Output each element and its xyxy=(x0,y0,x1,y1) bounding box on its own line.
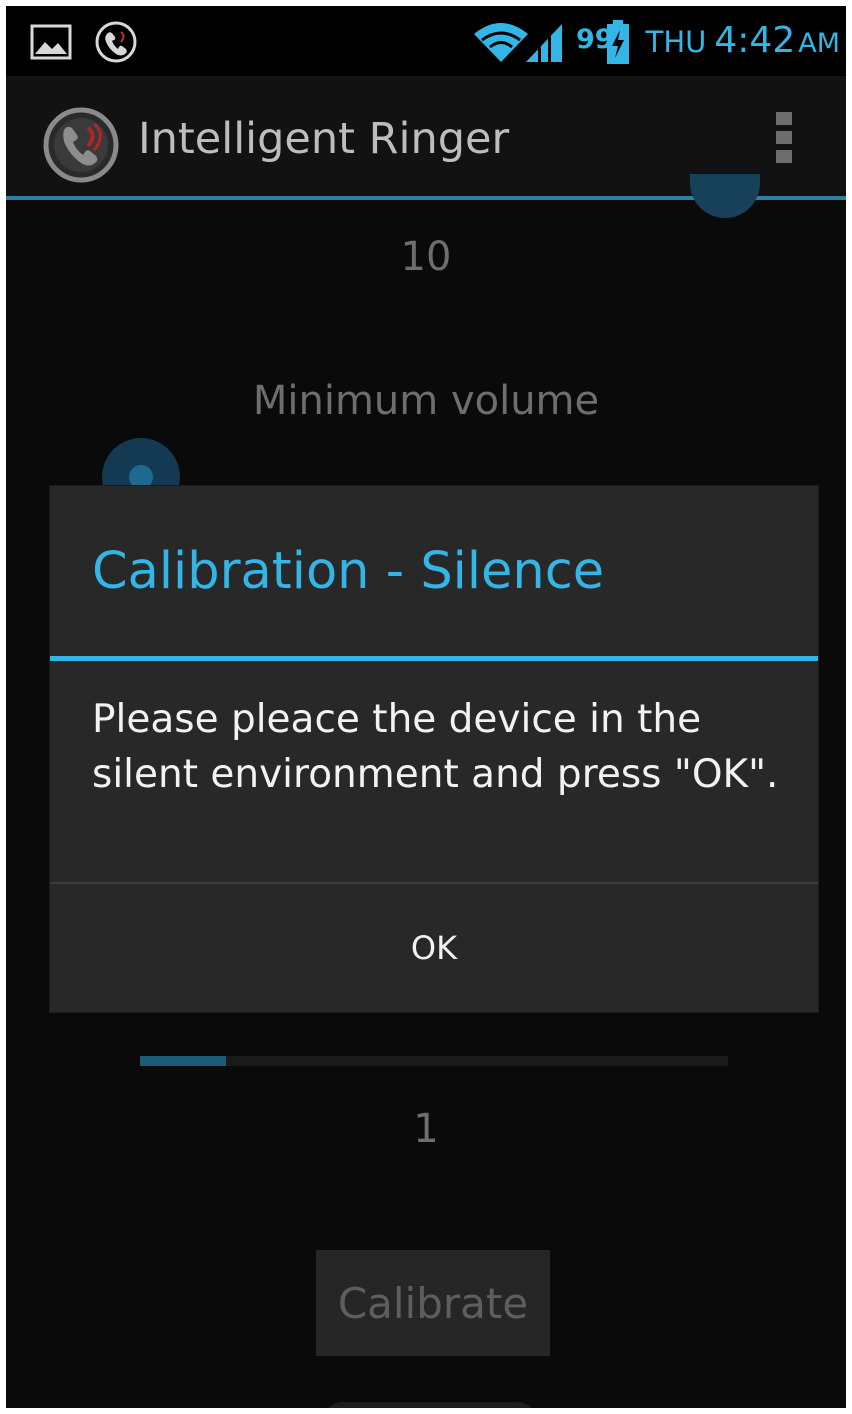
app-title: Intelligent Ringer xyxy=(138,114,510,164)
signal-icon xyxy=(526,24,562,62)
status-time: 4:42 xyxy=(714,20,796,61)
status-ampm: AM xyxy=(798,28,840,59)
min-volume-value: 1 xyxy=(413,1106,439,1152)
max-volume-value: 10 xyxy=(400,234,452,280)
dialog-title-divider xyxy=(50,656,818,661)
intelligent-ringer-notification-icon xyxy=(95,21,137,63)
status-day: THU xyxy=(645,25,707,59)
bottom-button[interactable] xyxy=(324,1402,536,1408)
screen: 99 THU 4:42 AM Intelligent Ringer 10 Minim… xyxy=(6,6,846,1408)
min-volume-slider-fill xyxy=(140,1056,226,1066)
max-volume-slider-thumb[interactable] xyxy=(690,174,760,218)
status-clock: THU 4:42 AM xyxy=(646,20,840,61)
battery-icon: 99 xyxy=(576,20,640,64)
calibration-dialog: Calibration - Silence Please pleace the … xyxy=(50,486,818,1012)
calibrate-button[interactable]: Calibrate xyxy=(316,1250,550,1356)
min-volume-slider[interactable] xyxy=(140,1056,728,1066)
wifi-icon xyxy=(474,23,528,62)
dialog-title: Calibration - Silence xyxy=(92,542,605,601)
overflow-menu-icon[interactable] xyxy=(776,112,796,168)
min-volume-label: Minimum volume xyxy=(252,378,600,424)
dialog-message: Please pleace the device in the silent e… xyxy=(92,697,779,797)
ok-button[interactable]: OK xyxy=(50,884,818,1012)
picture-icon xyxy=(30,24,72,60)
status-bar: 99 THU 4:42 AM xyxy=(6,6,846,76)
phone-speaker-icon[interactable] xyxy=(42,106,120,184)
